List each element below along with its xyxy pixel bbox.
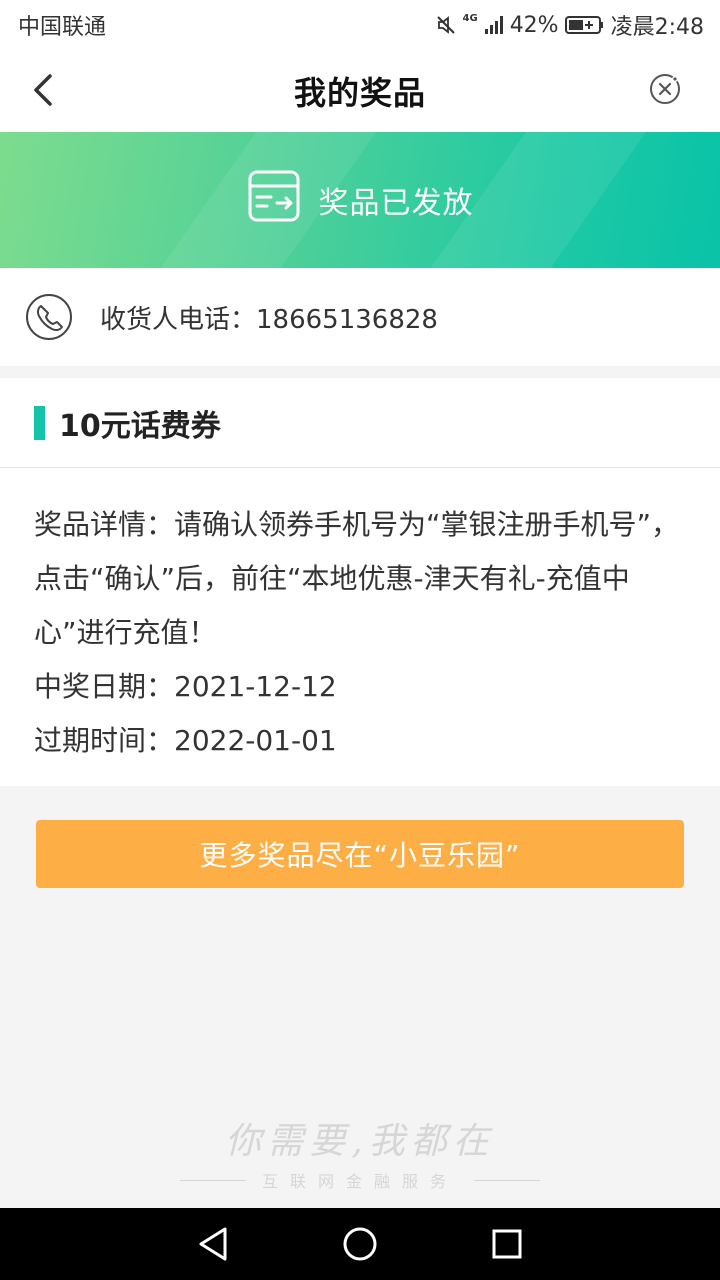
carrier-label: 中国联通 bbox=[18, 15, 107, 40]
square-recents-icon bbox=[492, 1229, 522, 1259]
prize-detail-text: 奖品详情：请确认领券手机号为“掌银注册手机号”，点击“确认”后，前往“本地优惠-… bbox=[34, 508, 680, 649]
prize-details: 奖品详情：请确认领券手机号为“掌银注册手机号”，点击“确认”后，前往“本地优惠-… bbox=[0, 468, 720, 768]
nav-bar: 我的奖品 bbox=[0, 50, 720, 132]
receiver-phone-text: 收货人电话：18665136828 bbox=[100, 304, 438, 335]
back-arrow-icon bbox=[34, 74, 52, 106]
network-type-label: 4G bbox=[462, 13, 478, 24]
more-prizes-button[interactable]: 更多奖品尽在“小豆乐园” bbox=[36, 820, 684, 888]
watermark-slogan: 你需要,我都在 bbox=[225, 1121, 495, 1162]
status-bar: 中国联通 4G 42% 凌晨2:48 bbox=[0, 0, 720, 50]
close-button[interactable] bbox=[648, 72, 682, 106]
nav-home-button[interactable] bbox=[342, 1226, 378, 1262]
win-date: 中奖日期：2021-12-12 bbox=[34, 670, 337, 703]
battery-percent: 42% bbox=[509, 12, 559, 38]
voucher-icon bbox=[247, 169, 301, 231]
status-indicators: 4G 42% 凌晨2:48 bbox=[435, 9, 704, 41]
triangle-back-icon bbox=[199, 1227, 227, 1261]
watermark: 你需要,我都在 互联网金融服务 bbox=[0, 1112, 720, 1192]
prize-status-banner: 奖品已发放 bbox=[0, 132, 720, 268]
nav-recents-button[interactable] bbox=[491, 1228, 523, 1260]
page-title: 我的奖品 bbox=[293, 74, 426, 112]
back-button[interactable] bbox=[26, 70, 66, 110]
system-nav-bar bbox=[0, 1208, 720, 1280]
nav-back-button[interactable] bbox=[197, 1226, 229, 1262]
expire-date: 过期时间：2022-01-01 bbox=[34, 724, 337, 757]
signal-icon bbox=[484, 15, 504, 35]
prize-name: 10元话费券 bbox=[59, 408, 221, 444]
watermark-subtitle: 互联网金融服务 bbox=[261, 1172, 458, 1191]
prize-card: 10元话费券 奖品详情：请确认领券手机号为“掌银注册手机号”，点击“确认”后，前… bbox=[0, 378, 720, 786]
battery-icon bbox=[564, 15, 605, 35]
circle-home-icon bbox=[343, 1227, 377, 1261]
banner-status-text: 奖品已发放 bbox=[318, 186, 474, 221]
close-circle-icon bbox=[650, 74, 680, 104]
accent-bar bbox=[34, 405, 45, 440]
phone-icon bbox=[24, 292, 74, 342]
clock-label: 凌晨2:48 bbox=[610, 15, 704, 40]
prize-header: 10元话费券 bbox=[0, 378, 720, 468]
mute-icon bbox=[435, 14, 457, 36]
receiver-phone-row: 收货人电话：18665136828 bbox=[0, 268, 720, 366]
